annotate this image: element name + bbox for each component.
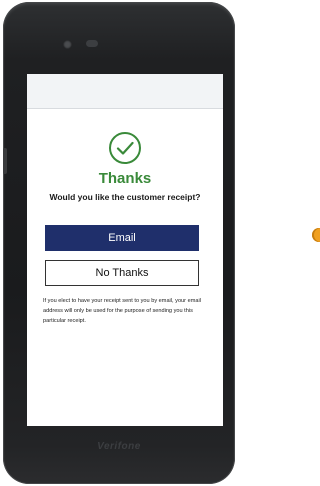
email-button[interactable]: Email [45, 225, 199, 251]
proximity-sensor [86, 40, 98, 47]
brand-logo: Verifone [97, 441, 141, 452]
top-bar [27, 74, 223, 109]
front-camera [63, 40, 72, 49]
success-indicator [27, 131, 223, 165]
side-button[interactable] [3, 148, 7, 174]
status-indicator-light [312, 228, 320, 242]
email-disclaimer: If you elect to have your receipt sent t… [43, 298, 201, 324]
payment-terminal-device: Thanks Would you like the customer recei… [3, 2, 235, 484]
page-title: Thanks [98, 170, 152, 187]
check-circle-icon [109, 132, 141, 164]
terminal-screen: Thanks Would you like the customer recei… [27, 74, 223, 426]
receipt-question: Would you like the customer receipt? [49, 192, 201, 202]
no-thanks-button[interactable]: No Thanks [45, 260, 199, 286]
